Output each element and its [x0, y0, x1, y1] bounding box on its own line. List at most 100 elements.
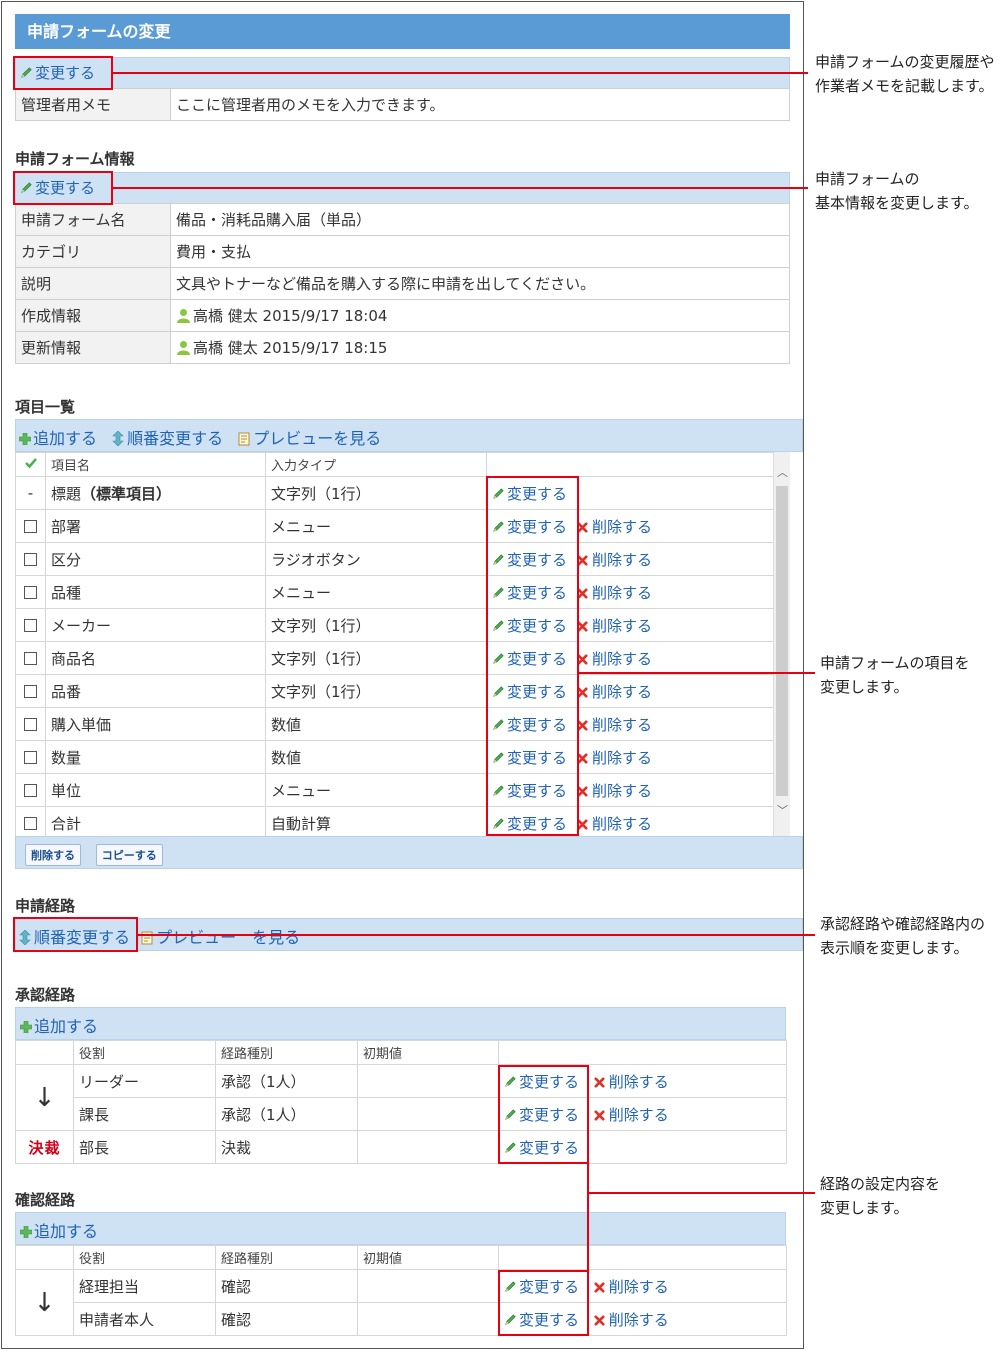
delete-x-icon	[594, 1077, 605, 1088]
reorder-items-link[interactable]: 順番変更する	[112, 429, 223, 448]
confirm-default	[357, 1302, 499, 1336]
annotation-line: 経路の設定内容を	[820, 1175, 941, 1193]
row-select-cell[interactable]	[15, 641, 46, 675]
confirm-col-marker	[15, 1245, 74, 1270]
item-delete-link[interactable]: 削除する	[577, 551, 652, 569]
table-row: 部署 メニュー 変更する 削除する	[15, 509, 775, 543]
add-item-link[interactable]: 追加する	[19, 429, 97, 448]
select-all-cell[interactable]	[15, 452, 46, 477]
item-delete-link[interactable]: 削除する	[577, 518, 652, 536]
annotation-items: 申請フォームの項目を 変更します。	[820, 651, 970, 699]
delete-x-icon	[594, 1110, 605, 1121]
row-checkbox[interactable]	[24, 619, 37, 632]
item-name-text: 購入単価	[51, 715, 112, 734]
approval-kind: 決裁	[215, 1130, 358, 1164]
delete-label: 削除する	[592, 715, 653, 734]
form-info-key: 作成情報	[15, 299, 171, 332]
annotation-line: 申請フォームの項目を	[820, 654, 970, 672]
confirm-col-role: 役割	[73, 1245, 216, 1270]
row-checkbox[interactable]	[24, 817, 37, 830]
items-header-row: 項目名 入力タイプ	[15, 452, 775, 477]
item-delete-link[interactable]: 削除する	[577, 716, 652, 734]
confirm-add-link[interactable]: 追加する	[20, 1218, 98, 1242]
row-checkbox[interactable]	[24, 586, 37, 599]
copy-button[interactable]: コピーする	[95, 844, 163, 866]
item-delete-link[interactable]: 削除する	[577, 683, 652, 701]
item-type: 文字列（1行）	[265, 608, 487, 642]
item-type: 自動計算	[265, 806, 487, 840]
approval-delete-link[interactable]: 削除する	[594, 1106, 669, 1124]
approval-add-link[interactable]: 追加する	[20, 1013, 98, 1037]
row-checkbox[interactable]	[24, 751, 37, 764]
row-select-cell[interactable]	[15, 542, 46, 576]
row-select-cell[interactable]	[15, 575, 46, 609]
confirm-delete-link[interactable]: 削除する	[594, 1311, 669, 1329]
row-checkbox[interactable]	[24, 520, 37, 533]
confirm-delete-link[interactable]: 削除する	[594, 1278, 669, 1296]
item-name: 商品名	[45, 641, 266, 675]
row-select-cell[interactable]	[15, 509, 46, 543]
table-row: 課長 承認（1人） 変更する 削除する	[16, 1097, 787, 1131]
items-scrollbar[interactable]: ︿ ﹀	[773, 452, 790, 836]
row-select-cell[interactable]	[15, 707, 46, 741]
approval-kind: 承認（1人）	[215, 1097, 358, 1131]
row-select-cell[interactable]	[15, 806, 46, 840]
item-delete-link[interactable]: 削除する	[577, 782, 652, 800]
check-icon	[25, 457, 37, 469]
table-row: - 標題（標準項目） 文字列（1行） 変更する	[15, 476, 775, 510]
item-type: メニュー	[265, 773, 487, 807]
delete-label: 削除する	[608, 1310, 669, 1329]
table-row: 合計 自動計算 変更する 削除する	[15, 806, 775, 840]
item-delete-link[interactable]: 削除する	[577, 584, 652, 602]
item-delete-link[interactable]: 削除する	[577, 815, 652, 833]
arrow-down-icon: ↓	[33, 1082, 56, 1113]
confirm-order-arrow: ↓	[15, 1269, 74, 1336]
route-heading: 申請経路	[15, 897, 76, 915]
row-checkbox[interactable]	[24, 784, 37, 797]
item-name-text: 標題	[51, 484, 82, 503]
items-footer-buttons: 削除する コピーする	[25, 844, 173, 866]
creator-info[interactable]: 高橋 健太 2015/9/17 18:04	[193, 307, 387, 325]
item-delete-link[interactable]: 削除する	[577, 650, 652, 668]
row-select-cell[interactable]	[15, 773, 46, 807]
item-name-text: 品種	[51, 583, 82, 602]
delete-label: 削除する	[592, 748, 653, 767]
row-select-cell[interactable]	[15, 740, 46, 774]
row-checkbox[interactable]	[24, 652, 37, 665]
add-label: 追加する	[34, 1017, 99, 1036]
row-checkbox[interactable]	[24, 685, 37, 698]
plus-icon	[20, 1021, 32, 1033]
table-row: ↓ 経理担当 確認 変更する 削除する	[15, 1269, 787, 1336]
item-name: 品番	[45, 674, 266, 708]
item-name: 購入単価	[45, 707, 266, 741]
item-delete-link[interactable]: 削除する	[577, 617, 652, 635]
row-checkbox[interactable]	[24, 718, 37, 731]
item-name-text: メーカー	[51, 616, 112, 635]
item-name: 合計	[45, 806, 266, 840]
callout-connector-routes	[587, 1163, 589, 1271]
user-icon	[176, 340, 191, 355]
annotation-route: 承認経路や確認経路内の 表示順を変更します。	[820, 912, 985, 960]
scrollbar-thumb[interactable]	[776, 486, 788, 796]
bulk-delete-button[interactable]: 削除する	[25, 844, 81, 866]
scroll-up-icon[interactable]: ︿	[777, 464, 788, 480]
row-checkbox[interactable]	[24, 553, 37, 566]
approval-default	[357, 1064, 499, 1098]
approval-col-marker	[15, 1040, 74, 1065]
annotation-memo: 申請フォームの変更履歴や 作業者メモを記載します。	[815, 50, 995, 98]
col-input-type: 入力タイプ	[265, 452, 487, 477]
item-delete-link[interactable]: 削除する	[577, 749, 652, 767]
confirm-col-actions	[498, 1245, 787, 1270]
memo-row: 管理者用メモ ここに管理者用のメモを入力できます。	[15, 88, 790, 121]
approval-delete-link[interactable]: 削除する	[594, 1073, 669, 1091]
row-select-cell[interactable]	[15, 608, 46, 642]
delete-label: 削除する	[608, 1072, 669, 1091]
updater-info[interactable]: 高橋 健太 2015/9/17 18:15	[193, 339, 387, 357]
preview-route-link[interactable]: プレビュー を見る	[141, 928, 300, 947]
document-icon	[238, 432, 250, 446]
form-info-key: 説明	[15, 267, 171, 300]
row-select-cell[interactable]	[15, 674, 46, 708]
scroll-down-icon[interactable]: ﹀	[777, 802, 788, 818]
preview-items-link[interactable]: プレビューを見る	[238, 429, 381, 448]
form-info-row: カテゴリ 費用・支払	[15, 235, 790, 268]
